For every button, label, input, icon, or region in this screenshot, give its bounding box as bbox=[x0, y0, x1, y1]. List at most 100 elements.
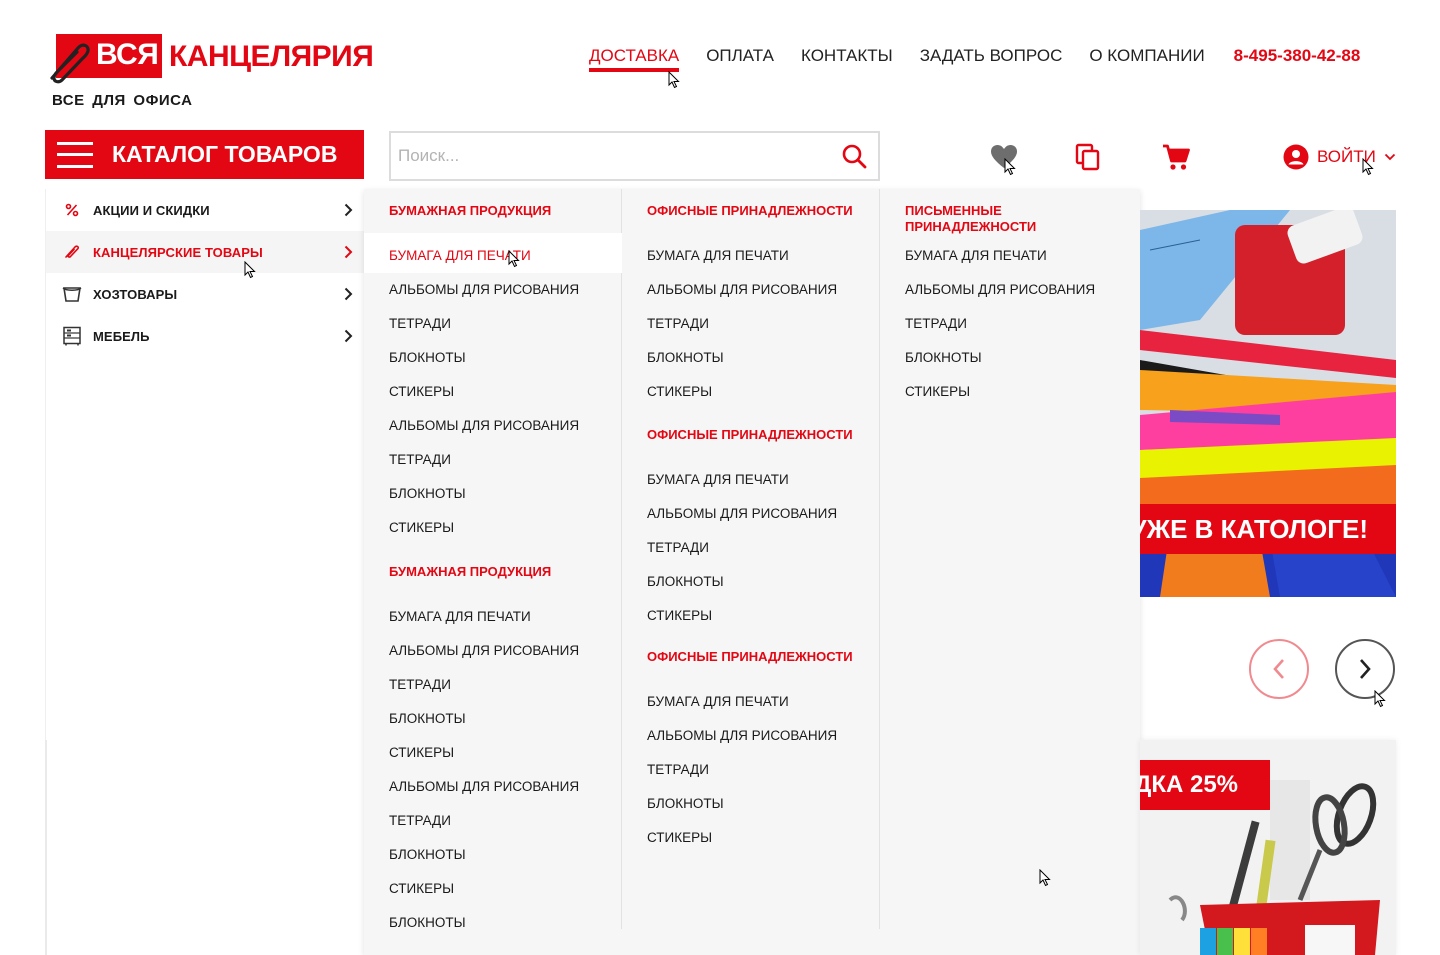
mega-menu-link[interactable]: АЛЬБОМЫ ДЛЯ РИСОВАНИЯ bbox=[389, 643, 579, 658]
mega-menu-link[interactable]: БУМАГА ДЛЯ ПЕЧАТИ bbox=[647, 694, 789, 709]
mega-menu-link[interactable]: БУМАГА ДЛЯ ПЕЧАТИ bbox=[647, 472, 789, 487]
chevron-down-icon bbox=[1384, 153, 1395, 161]
mouse-cursor-icon bbox=[668, 71, 680, 89]
mega-menu-link[interactable]: ТЕТРАДИ bbox=[647, 762, 709, 777]
mega-menu-link[interactable]: АЛЬБОМЫ ДЛЯ РИСОВАНИЯ bbox=[389, 418, 579, 433]
chevron-right-icon bbox=[342, 203, 354, 217]
favorites-button[interactable] bbox=[988, 141, 1020, 173]
mega-menu-heading[interactable]: БУМАЖНАЯ ПРОДУКЦИЯ bbox=[389, 564, 599, 580]
mega-menu-link[interactable]: БЛОКНОТЫ bbox=[389, 350, 466, 365]
catalog-mega-menu: БУМАЖНАЯ ПРОДУКЦИЯ БУМАГА ДЛЯ ПЕЧАТИ АЛЬ… bbox=[364, 189, 1140, 955]
nav-link-about[interactable]: О КОМПАНИИ bbox=[1089, 46, 1204, 72]
mega-menu-link[interactable]: АЛЬБОМЫ ДЛЯ РИСОВАНИЯ bbox=[647, 728, 837, 743]
mega-menu-link[interactable]: БУМАГА ДЛЯ ПЕЧАТИ bbox=[389, 248, 531, 263]
paperclip-icon bbox=[62, 242, 82, 262]
mega-menu-link[interactable]: ТЕТРАДИ bbox=[389, 677, 451, 692]
phone-link[interactable]: 8-495-380-42-88 bbox=[1234, 46, 1361, 72]
slider-next-button[interactable] bbox=[1335, 639, 1395, 699]
mega-menu-link[interactable]: ТЕТРАДИ bbox=[389, 813, 451, 828]
banner-caption: УЖЕ В КАТОЛОГЕ! bbox=[1140, 504, 1396, 554]
mega-menu-link[interactable]: БУМАГА ДЛЯ ПЕЧАТИ bbox=[389, 609, 531, 624]
mega-menu-link[interactable]: АЛЬБОМЫ ДЛЯ РИСОВАНИЯ bbox=[647, 506, 837, 521]
mega-menu-link[interactable]: БУМАГА ДЛЯ ПЕЧАТИ bbox=[647, 248, 789, 263]
chevron-right-icon bbox=[342, 329, 354, 343]
chevron-right-icon bbox=[342, 245, 354, 259]
mega-menu-column: ПИСЬМЕННЫЕ ПРИНАДЛЕЖНОСТИ БУМАГА ДЛЯ ПЕЧ… bbox=[880, 189, 1140, 929]
main-banner[interactable]: УЖЕ В КАТОЛОГЕ! bbox=[1140, 210, 1396, 597]
mega-menu-link[interactable]: АЛЬБОМЫ ДЛЯ РИСОВАНИЯ bbox=[389, 779, 579, 794]
login-label: ВОЙТИ bbox=[1317, 147, 1376, 166]
catalog-sidebar: АКЦИИ И СКИДКИ КАНЦЕЛЯРСКИЕ ТОВАРЫ ХОЗТО… bbox=[45, 189, 364, 955]
chevron-left-icon bbox=[1273, 659, 1284, 679]
mega-menu-heading[interactable]: БУМАЖНАЯ ПРОДУКЦИЯ bbox=[389, 203, 599, 219]
mega-menu-link[interactable]: БЛОКНОТЫ bbox=[647, 350, 724, 365]
mega-menu-link[interactable]: БЛОКНОТЫ bbox=[389, 711, 466, 726]
nav-link-delivery[interactable]: ДОСТАВКА bbox=[589, 46, 680, 72]
sidebar-item-sales[interactable]: АКЦИИ И СКИДКИ bbox=[46, 189, 364, 231]
mega-menu-link[interactable]: СТИКЕРЫ bbox=[905, 384, 970, 399]
mega-menu-link[interactable]: СТИКЕРЫ bbox=[647, 830, 712, 845]
user-icon bbox=[1283, 144, 1309, 170]
mega-menu-column: БУМАЖНАЯ ПРОДУКЦИЯ БУМАГА ДЛЯ ПЕЧАТИ АЛЬ… bbox=[364, 189, 622, 930]
catalog-button-label: КАТАЛОГ ТОВАРОВ bbox=[112, 141, 338, 167]
mega-menu-link[interactable]: БЛОКНОТЫ bbox=[647, 574, 724, 589]
sidebar-item-label: КАНЦЕЛЯРСКИЕ ТОВАРЫ bbox=[93, 244, 263, 260]
mega-menu-link[interactable]: БЛОКНОТЫ bbox=[389, 915, 466, 930]
mega-menu-heading[interactable]: ОФИСНЫЕ ПРИНАДЛЕЖНОСТИ bbox=[647, 427, 857, 443]
mega-menu-link[interactable]: СТИКЕРЫ bbox=[389, 520, 454, 535]
mega-menu-link[interactable]: БЛОКНОТЫ bbox=[389, 847, 466, 862]
sidebar-item-furniture[interactable]: МЕБЕЛЬ bbox=[46, 315, 364, 357]
compare-icon bbox=[1075, 143, 1100, 171]
cart-button[interactable] bbox=[1160, 141, 1192, 173]
cart-icon bbox=[1163, 144, 1190, 170]
mega-menu-link[interactable]: БЛОКНОТЫ bbox=[647, 796, 724, 811]
mega-menu-link[interactable]: БУМАГА ДЛЯ ПЕЧАТИ bbox=[905, 248, 1047, 263]
mega-menu-column: ОФИСНЫЕ ПРИНАДЛЕЖНОСТИ БУМАГА ДЛЯ ПЕЧАТИ… bbox=[622, 189, 880, 929]
mega-menu-link[interactable]: ТЕТРАДИ bbox=[905, 316, 967, 331]
paperclip-logo-icon bbox=[50, 43, 90, 84]
mega-menu-heading[interactable]: ОФИСНЫЕ ПРИНАДЛЕЖНОСТИ bbox=[647, 649, 857, 665]
search-input[interactable] bbox=[391, 133, 830, 179]
percent-icon bbox=[62, 200, 82, 220]
catalog-button[interactable]: КАТАЛОГ ТОВАРОВ bbox=[45, 130, 364, 179]
search-box bbox=[389, 131, 880, 181]
promo-banner[interactable]: ДКА 25% bbox=[1140, 740, 1396, 955]
mega-menu-heading[interactable]: ОФИСНЫЕ ПРИНАДЛЕЖНОСТИ bbox=[647, 203, 857, 219]
mega-menu-link[interactable]: АЛЬБОМЫ ДЛЯ РИСОВАНИЯ bbox=[647, 282, 837, 297]
mega-menu-link[interactable]: ТЕТРАДИ bbox=[389, 316, 451, 331]
mega-menu-link[interactable]: ТЕТРАДИ bbox=[389, 452, 451, 467]
search-icon bbox=[842, 144, 867, 169]
mega-menu-link[interactable]: СТИКЕРЫ bbox=[389, 384, 454, 399]
mega-menu-link[interactable]: СТИКЕРЫ bbox=[647, 384, 712, 399]
login-button[interactable]: ВОЙТИ bbox=[1283, 144, 1396, 170]
compare-button[interactable] bbox=[1072, 141, 1104, 173]
logo-badge-text: ВСЯ bbox=[96, 38, 159, 71]
mega-menu-link[interactable]: БЛОКНОТЫ bbox=[389, 486, 466, 501]
cabinet-icon bbox=[62, 326, 82, 346]
nav-link-ask-question[interactable]: ЗАДАТЬ ВОПРОС bbox=[920, 46, 1063, 72]
mega-menu-link[interactable]: БЛОКНОТЫ bbox=[905, 350, 982, 365]
nav-link-payment[interactable]: ОПЛАТА bbox=[706, 46, 774, 72]
mega-menu-link[interactable]: АЛЬБОМЫ ДЛЯ РИСОВАНИЯ bbox=[905, 282, 1095, 297]
mega-menu-link[interactable]: ТЕТРАДИ bbox=[647, 316, 709, 331]
mega-menu-link[interactable]: АЛЬБОМЫ ДЛЯ РИСОВАНИЯ bbox=[389, 282, 579, 297]
sidebar-item-label: МЕБЕЛЬ bbox=[93, 328, 150, 344]
nav-link-contacts[interactable]: КОНТАКТЫ bbox=[801, 46, 893, 72]
slider-prev-button[interactable] bbox=[1249, 639, 1309, 699]
sidebar-item-label: ХОЗТОВАРЫ bbox=[93, 286, 178, 302]
promo-card-edge bbox=[45, 740, 47, 955]
mega-menu-link[interactable]: ТЕТРАДИ bbox=[647, 540, 709, 555]
site-logo[interactable]: ВСЯ КАНЦЕЛЯРИЯ ВСЕ ДЛЯ ОФИСА bbox=[44, 34, 374, 114]
search-button[interactable] bbox=[830, 133, 878, 179]
mega-menu-link[interactable]: СТИКЕРЫ bbox=[647, 608, 712, 623]
mega-menu-link[interactable]: СТИКЕРЫ bbox=[389, 745, 454, 760]
top-navigation: ДОСТАВКА ОПЛАТА КОНТАКТЫ ЗАДАТЬ ВОПРОС О… bbox=[589, 46, 1360, 72]
sidebar-item-household[interactable]: ХОЗТОВАРЫ bbox=[46, 273, 364, 315]
chevron-right-icon bbox=[342, 287, 354, 301]
bucket-icon bbox=[62, 284, 82, 304]
mega-menu-link[interactable]: СТИКЕРЫ bbox=[389, 881, 454, 896]
sidebar-item-stationery[interactable]: КАНЦЕЛЯРСКИЕ ТОВАРЫ bbox=[46, 231, 364, 273]
chevron-right-icon bbox=[1360, 659, 1371, 679]
heart-icon bbox=[991, 145, 1017, 168]
mega-menu-heading[interactable]: ПИСЬМЕННЫЕ ПРИНАДЛЕЖНОСТИ bbox=[905, 203, 1115, 235]
